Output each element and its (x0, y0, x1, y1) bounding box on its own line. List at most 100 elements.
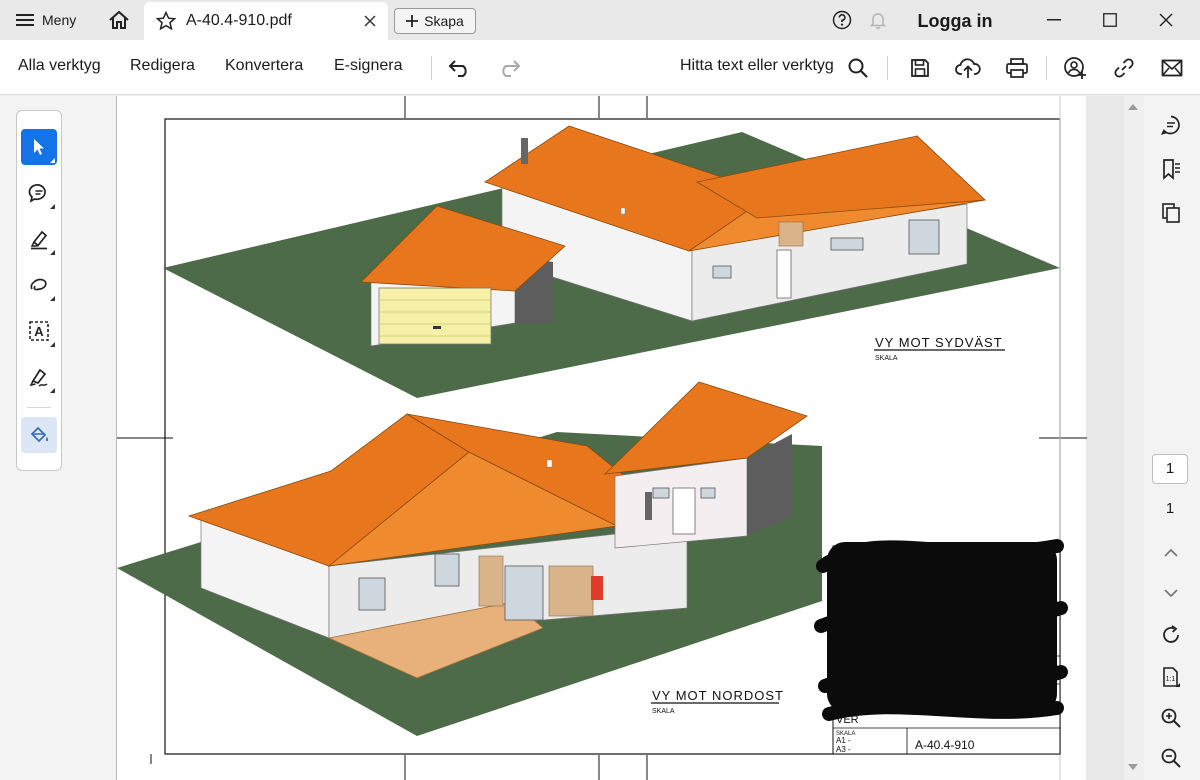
tool-flyout-marker (50, 388, 55, 393)
zoom-in-icon (1160, 707, 1182, 729)
highlight-tool[interactable] (21, 221, 57, 257)
create-label: Skapa (424, 13, 464, 29)
mail-icon (1161, 59, 1183, 77)
tab-esign[interactable]: E-signera (334, 57, 402, 79)
current-page-input[interactable]: 1 (1152, 454, 1188, 484)
find-text-label[interactable]: Hitta text eller verktyg (680, 57, 834, 75)
draw-icon (28, 274, 50, 296)
toolbar: Alla verktyg Redigera Konvertera E-signe… (0, 40, 1200, 95)
minimize-icon (1047, 19, 1061, 21)
search-icon (847, 57, 869, 79)
left-tool-panel: A (0, 96, 116, 780)
tab-edit[interactable]: Redigera (130, 57, 195, 79)
close-icon (1159, 13, 1173, 27)
bookmarks-icon (1160, 158, 1182, 180)
home-icon (108, 10, 130, 30)
menu-label: Meny (42, 12, 77, 28)
hamburger-icon (16, 13, 34, 27)
scroll-down-arrow[interactable] (1128, 764, 1138, 770)
maximize-icon (1103, 13, 1117, 27)
vertical-scrollbar[interactable] (1124, 96, 1144, 780)
tool-flyout-marker (50, 342, 55, 347)
draw-tool[interactable] (21, 267, 57, 303)
add-user-icon (1063, 56, 1087, 80)
house-view-southwest (163, 125, 1060, 398)
text-select-tool[interactable]: A (21, 313, 57, 349)
login-button[interactable]: Logga in (904, 8, 1006, 34)
help-icon (832, 10, 852, 30)
redaction-scribble (814, 539, 1068, 721)
create-button[interactable]: Skapa (394, 8, 476, 34)
save-button[interactable] (906, 54, 934, 82)
text-select-icon: A (28, 320, 50, 342)
help-button[interactable] (830, 8, 854, 32)
home-button[interactable] (104, 6, 134, 34)
palette-divider (27, 407, 51, 408)
printer-icon (1005, 57, 1029, 79)
tool-flyout-marker (50, 250, 55, 255)
sign-tool[interactable] (21, 359, 57, 395)
comments-panel-button[interactable] (1156, 110, 1186, 140)
pdf-page: VY MOT SYDVÄST SKALA VY MOT NORDOST SKAL… (116, 96, 1087, 780)
title-block: H VER SKALA A1 - A3 - A-40.4-910 (814, 539, 1068, 755)
notifications-button[interactable] (866, 8, 890, 32)
scroll-up-arrow[interactable] (1128, 104, 1138, 110)
tab-convert[interactable]: Konvertera (225, 57, 303, 79)
chevron-up-icon (1163, 548, 1179, 558)
zoom-out-button[interactable] (1156, 743, 1186, 773)
maximize-button[interactable] (1087, 4, 1133, 36)
total-pages: 1 (1165, 500, 1175, 517)
rotate-icon (1160, 624, 1182, 646)
fill-icon (28, 424, 50, 446)
toolbar-divider (887, 56, 888, 80)
find-button[interactable] (844, 54, 872, 82)
zoom-in-button[interactable] (1156, 703, 1186, 733)
view-title-northeast: VY MOT NORDOST (652, 688, 784, 703)
select-icon (30, 137, 48, 157)
fit-page-button[interactable]: 1:1 (1156, 662, 1186, 692)
upload-button[interactable] (954, 54, 982, 82)
fill-tool[interactable] (21, 417, 57, 453)
toolbar-divider (431, 56, 432, 80)
view-scale-northeast: SKALA (652, 708, 675, 715)
highlight-icon (28, 228, 50, 250)
comments-panel-icon (1160, 114, 1182, 136)
close-tab-icon[interactable] (364, 15, 376, 27)
zoom-out-icon (1160, 747, 1182, 769)
comment-icon (28, 182, 50, 204)
document-viewport[interactable]: VY MOT SYDVÄST SKALA VY MOT NORDOST SKAL… (116, 96, 1144, 780)
tool-flyout-marker (50, 204, 55, 209)
save-icon (909, 57, 931, 79)
drawing-number: A-40.4-910 (915, 738, 975, 752)
print-button[interactable] (1003, 54, 1031, 82)
sign-icon (28, 366, 50, 388)
share-user-button[interactable] (1061, 54, 1089, 82)
tab-all-tools[interactable]: Alla verktyg (18, 57, 101, 79)
cloud-upload-icon (955, 57, 981, 79)
copy-link-button[interactable] (1110, 54, 1138, 82)
minimize-button[interactable] (1031, 4, 1077, 36)
svg-text:1:1: 1:1 (1166, 676, 1176, 683)
undo-button[interactable] (446, 54, 474, 82)
house-view-northeast (117, 381, 822, 736)
close-window-button[interactable] (1143, 4, 1189, 36)
pages-button[interactable] (1156, 198, 1186, 228)
star-icon[interactable] (156, 11, 176, 31)
next-page-button[interactable] (1156, 578, 1186, 608)
comment-tool[interactable] (21, 175, 57, 211)
redo-button[interactable] (495, 54, 523, 82)
select-tool[interactable] (21, 129, 57, 165)
tool-flyout-marker (50, 158, 55, 163)
undo-icon (448, 59, 472, 77)
document-tab[interactable]: A-40.4-910.pdf (144, 2, 388, 40)
chevron-down-icon (1163, 588, 1179, 598)
menu-button[interactable]: Meny (8, 6, 84, 34)
view-scale-southwest: SKALA (875, 355, 898, 362)
email-button[interactable] (1158, 54, 1186, 82)
previous-page-button[interactable] (1156, 538, 1186, 568)
right-side-rail: 1 1 1:1 (1144, 96, 1200, 780)
title-block-a3-label: A3 - (836, 745, 851, 754)
rotate-button[interactable] (1156, 620, 1186, 650)
bookmarks-button[interactable] (1156, 154, 1186, 184)
plus-icon (406, 15, 419, 27)
